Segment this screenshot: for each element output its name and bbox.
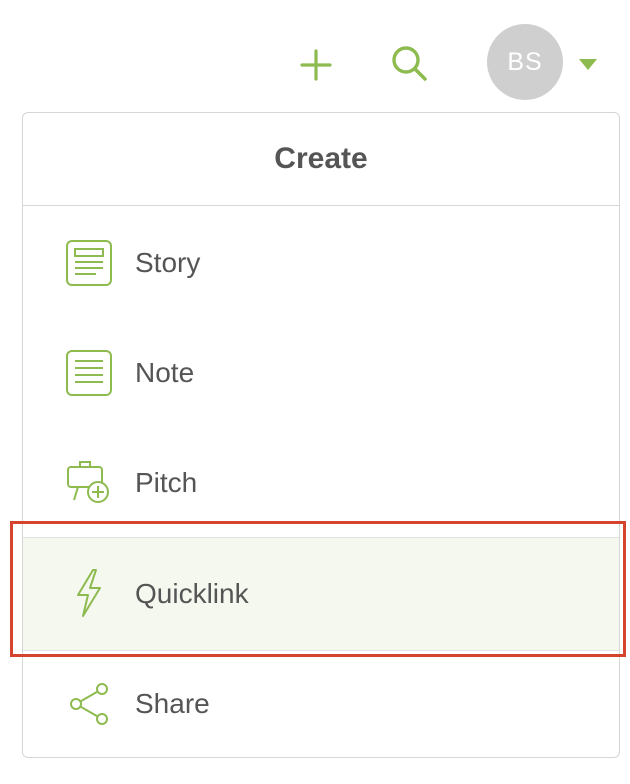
share-icon [61,676,117,732]
menu-item-label: Share [135,688,210,719]
menu-item-share[interactable]: Share [23,649,619,759]
pitch-board-add-icon [61,455,117,511]
note-icon [61,345,117,401]
menu-item-label: Note [135,357,195,388]
user-avatar[interactable]: BS [487,24,563,100]
top-toolbar: BS [0,0,630,110]
caret-down-icon [579,59,597,70]
menu-item-pitch[interactable]: Pitch [23,428,619,538]
account-dropdown-button[interactable] [578,58,598,72]
menu-item-label: Story [135,247,201,278]
add-button[interactable] [296,45,336,85]
menu-item-label: Quicklink [135,578,249,609]
story-document-icon [61,235,117,291]
menu-item-note[interactable]: Note [23,318,619,428]
search-button[interactable] [388,42,430,84]
search-icon [392,46,427,81]
lightning-bolt-icon [61,565,117,621]
menu-item-story[interactable]: Story [23,208,619,318]
plus-icon [300,49,332,81]
menu-item-quicklink[interactable]: Quicklink [23,537,619,651]
menu-title: Create [23,113,619,206]
menu-item-label: Pitch [135,467,198,498]
create-menu: Create Story Note Pitch Quicklink Share [22,112,620,758]
